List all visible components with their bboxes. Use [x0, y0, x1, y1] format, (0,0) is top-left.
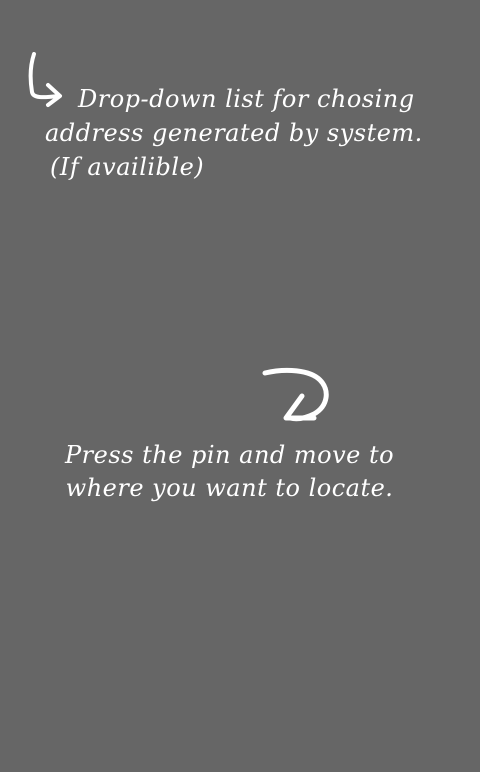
dropdown-hint-line-2: address generated by system.	[45, 119, 423, 147]
pin-hint-line-2: where you want to locate.	[65, 474, 394, 502]
pin-hint: Press the pin and move to where you want…	[65, 439, 394, 505]
curved-arrow-down-left-icon	[262, 367, 329, 422]
tutorial-overlay[interactable]: Drop-down list for chosing address gener…	[0, 0, 480, 772]
pin-hint-line-1: Press the pin and move to	[65, 441, 395, 469]
dropdown-hint-line-1: Drop-down list for chosing	[78, 85, 415, 113]
dropdown-hint: Drop-down list for chosing address gener…	[45, 82, 423, 184]
dropdown-hint-line-3: (If availible)	[50, 153, 205, 181]
